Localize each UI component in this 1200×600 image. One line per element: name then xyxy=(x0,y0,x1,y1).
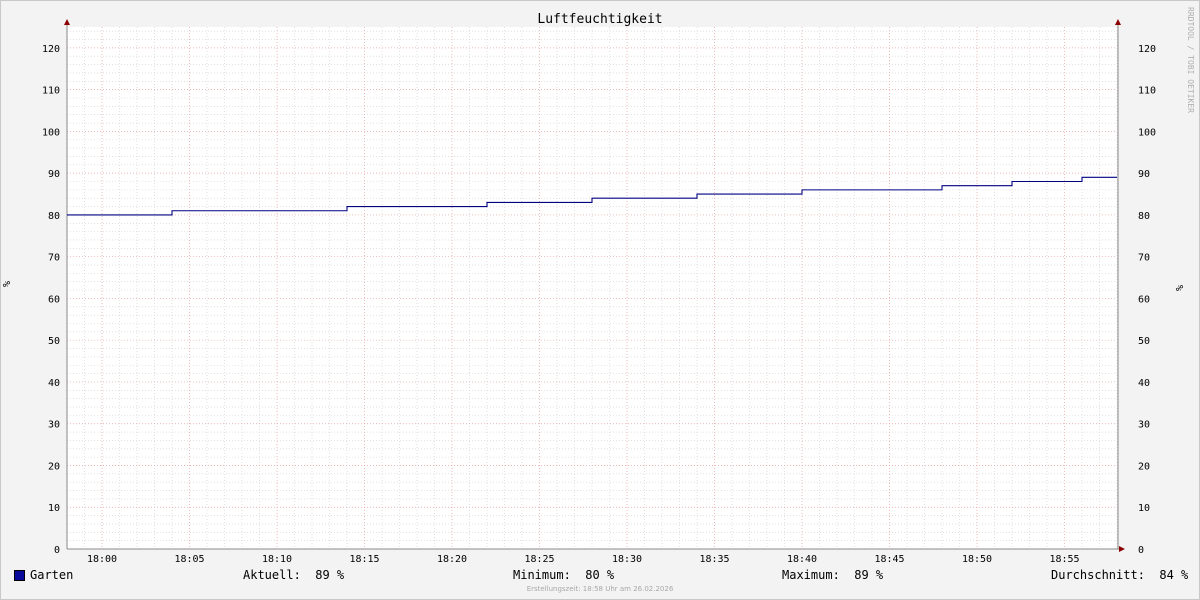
y-tick-label-right: 80 xyxy=(1138,211,1150,222)
x-tick-label: 18:10 xyxy=(262,554,292,565)
y-tick-label-left: 120 xyxy=(42,44,60,55)
x-tick-label: 18:05 xyxy=(174,554,204,565)
plot-area: 0 0 10 10 20 20 30 30 40 40 50 50 60 60 70 70 80 80 90 90 10… xyxy=(42,19,1156,565)
chart-title: Luftfeuchtigkeit xyxy=(537,12,662,27)
x-tick-label: 18:35 xyxy=(699,554,729,565)
y-tick-label-left: 70 xyxy=(48,253,60,264)
x-tick-label: 18:30 xyxy=(612,554,642,565)
y-tick-label-right: 90 xyxy=(1138,169,1150,180)
y-axis-label-right: % xyxy=(1175,285,1186,291)
y-tick-label-left: 30 xyxy=(48,420,60,431)
y-tick-label-left: 90 xyxy=(48,169,60,180)
x-tick-label: 18:45 xyxy=(874,554,904,565)
creation-time: Erstellungszeit: 18:58 Uhr am 26.02.2026 xyxy=(526,585,674,593)
y-tick-label-right: 60 xyxy=(1138,294,1150,305)
y-tick-label-left: 20 xyxy=(48,461,60,472)
y-tick-label-right: 10 xyxy=(1138,503,1150,514)
y-tick-label-right: 30 xyxy=(1138,420,1150,431)
y-tick-label-right: 120 xyxy=(1138,44,1156,55)
y-tick-label-left: 100 xyxy=(42,127,60,138)
legend-swatch-garten xyxy=(14,570,25,581)
x-tick-label: 18:15 xyxy=(349,554,379,565)
y-tick-label-left: 0 xyxy=(54,545,60,556)
y-tick-label-left: 60 xyxy=(48,294,60,305)
x-tick-label: 18:25 xyxy=(524,554,554,565)
legend-average: Durchschnitt: 84 % xyxy=(1051,568,1189,582)
x-tick-label: 18:40 xyxy=(787,554,817,565)
y-tick-label-left: 50 xyxy=(48,336,60,347)
y-tick-label-right: 70 xyxy=(1138,253,1150,264)
y-tick-label-right: 50 xyxy=(1138,336,1150,347)
y-tick-label-left: 40 xyxy=(48,378,60,389)
y-tick-label-left: 10 xyxy=(48,503,60,514)
y-tick-label-right: 20 xyxy=(1138,461,1150,472)
y-tick-label-right: 100 xyxy=(1138,127,1156,138)
x-tick-label: 18:50 xyxy=(962,554,992,565)
watermark: RRDTOOL / TOBI OETIKER xyxy=(1186,7,1195,113)
legend-current: Aktuell: 89 % xyxy=(243,568,345,582)
y-axis-arrow-left xyxy=(64,19,70,25)
y-tick-label-right: 0 xyxy=(1138,545,1144,556)
y-tick-label-left: 110 xyxy=(42,86,60,97)
x-tick-label: 18:20 xyxy=(437,554,467,565)
legend-series-name: Garten xyxy=(30,568,74,582)
x-axis-arrow xyxy=(1119,546,1125,552)
x-tick-label: 18:00 xyxy=(87,554,117,565)
y-axis-arrow-right xyxy=(1115,19,1121,25)
legend-maximum: Maximum: 89 % xyxy=(782,568,884,582)
legend-minimum: Minimum: 80 % xyxy=(513,568,615,582)
y-tick-label-right: 40 xyxy=(1138,378,1150,389)
humidity-chart: Luftfeuchtigkeit 0 0 10 10 20 20 30 30 40 40 50 50 6… xyxy=(2,7,1195,565)
y-tick-label-left: 80 xyxy=(48,211,60,222)
y-axis-label-left: % xyxy=(2,281,13,287)
x-tick-label: 18:55 xyxy=(1049,554,1079,565)
y-tick-label-right: 110 xyxy=(1138,86,1156,97)
